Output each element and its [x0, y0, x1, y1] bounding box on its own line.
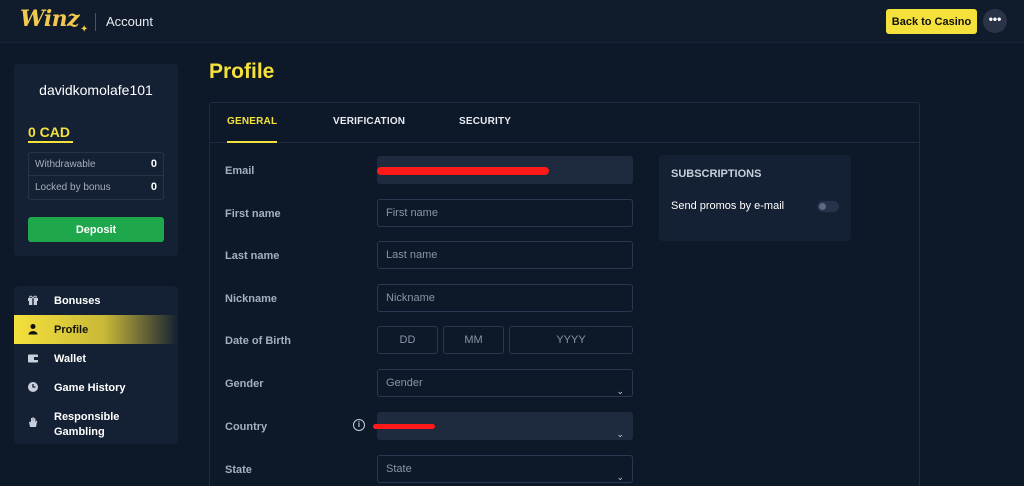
country-row: Country i ⌄ — [210, 412, 650, 442]
nav-item-bonuses[interactable]: Bonuses — [14, 286, 178, 315]
last-name-label: Last name — [225, 250, 280, 262]
nickname-input[interactable] — [377, 284, 633, 312]
email-row: Email — [210, 156, 650, 186]
winz-logo[interactable]: Winz — [20, 6, 80, 32]
country-redaction — [373, 424, 435, 429]
gender-select-value: Gender — [386, 377, 423, 389]
state-select[interactable]: State ⌄ — [377, 455, 633, 483]
first-name-label: First name — [225, 208, 281, 220]
nav-label-responsible-gambling: Responsible Gambling — [54, 411, 120, 438]
gender-label: Gender — [225, 378, 264, 390]
country-label: Country — [225, 421, 268, 433]
header-divider — [95, 13, 96, 31]
profile-panel: GENERAL VERIFICATION SECURITY Email Firs… — [209, 102, 920, 486]
clock-icon — [28, 382, 38, 392]
tab-verification[interactable]: VERIFICATION — [333, 116, 405, 127]
nav-item-responsible-gambling[interactable]: Responsible Gambling — [14, 402, 178, 442]
balance-details: Withdrawable 0 Locked by bonus 0 — [28, 152, 164, 200]
deposit-button[interactable]: Deposit — [28, 217, 164, 242]
state-select-value: State — [386, 463, 412, 475]
nav-label-wallet: Wallet — [54, 353, 86, 365]
user-icon — [28, 324, 38, 335]
balance: 0 CAD — [28, 124, 71, 140]
account-nav: Bonuses Profile Wallet Game History Resp… — [14, 286, 178, 444]
chevron-down-icon: ⌄ — [616, 386, 624, 396]
subscriptions-title: SUBSCRIPTIONS — [671, 168, 762, 180]
toggle-knob — [819, 203, 826, 210]
withdrawable-value: 0 — [150, 158, 157, 170]
active-tab-indicator — [227, 141, 277, 143]
dob-month-input[interactable]: MM — [443, 326, 504, 354]
dob-day-input[interactable]: DD — [377, 326, 438, 354]
info-icon[interactable]: i — [353, 419, 365, 431]
promo-email-label: Send promos by e-mail — [671, 200, 785, 212]
sparkle-icon: ✦ — [80, 24, 89, 35]
user-card: davidkomolafe101 0 CAD Withdrawable 0 Lo… — [14, 64, 178, 256]
username: davidkomolafe101 — [39, 82, 153, 98]
gender-row: Gender Gender ⌄ — [210, 369, 650, 399]
locked-label: Locked by bonus — [35, 182, 111, 193]
tab-security[interactable]: SECURITY — [459, 116, 511, 127]
state-row: State State ⌄ — [210, 455, 650, 485]
chevron-down-icon: ⌄ — [616, 472, 624, 482]
nav-label-profile: Profile — [54, 324, 89, 336]
top-bar: Winz ✦ Account Back to Casino ••• — [0, 0, 1024, 43]
balance-underline — [28, 141, 73, 143]
first-name-input[interactable] — [377, 199, 633, 227]
locked-value: 0 — [150, 181, 157, 193]
last-name-input[interactable] — [377, 241, 633, 269]
state-label: State — [225, 464, 252, 476]
first-name-row: First name — [210, 199, 650, 229]
hand-icon — [29, 417, 38, 427]
gift-icon — [28, 295, 38, 305]
wallet-icon — [28, 354, 38, 363]
nav-label-bonuses: Bonuses — [54, 295, 101, 307]
withdrawable-row: Withdrawable 0 — [29, 153, 163, 176]
nav-item-game-history[interactable]: Game History — [14, 373, 178, 402]
profile-tabs: GENERAL VERIFICATION SECURITY — [210, 103, 919, 143]
dob-label: Date of Birth — [225, 335, 291, 347]
header-title: Account — [106, 14, 153, 29]
subscriptions-card: SUBSCRIPTIONS Send promos by e-mail — [659, 155, 851, 241]
nav-label-game-history: Game History — [54, 382, 126, 394]
page-title: Profile — [209, 60, 275, 83]
gender-select[interactable]: Gender ⌄ — [377, 369, 633, 397]
nav-item-wallet[interactable]: Wallet — [14, 344, 178, 373]
more-options-icon[interactable]: ••• — [983, 9, 1007, 33]
back-to-casino-button[interactable]: Back to Casino — [886, 9, 977, 34]
chevron-down-icon: ⌄ — [616, 429, 624, 439]
email-redaction — [377, 167, 549, 175]
locked-row: Locked by bonus 0 — [29, 176, 163, 199]
nav-item-profile[interactable]: Profile — [14, 315, 178, 344]
email-label: Email — [225, 165, 255, 177]
tab-general[interactable]: GENERAL — [227, 116, 277, 127]
promo-email-toggle[interactable] — [817, 201, 839, 212]
withdrawable-label: Withdrawable — [35, 159, 96, 170]
dob-year-input[interactable]: YYYY — [509, 326, 633, 354]
last-name-row: Last name — [210, 241, 650, 271]
nickname-label: Nickname — [225, 293, 277, 305]
dob-row: Date of Birth DD MM YYYY — [210, 326, 650, 356]
nickname-row: Nickname — [210, 284, 650, 314]
